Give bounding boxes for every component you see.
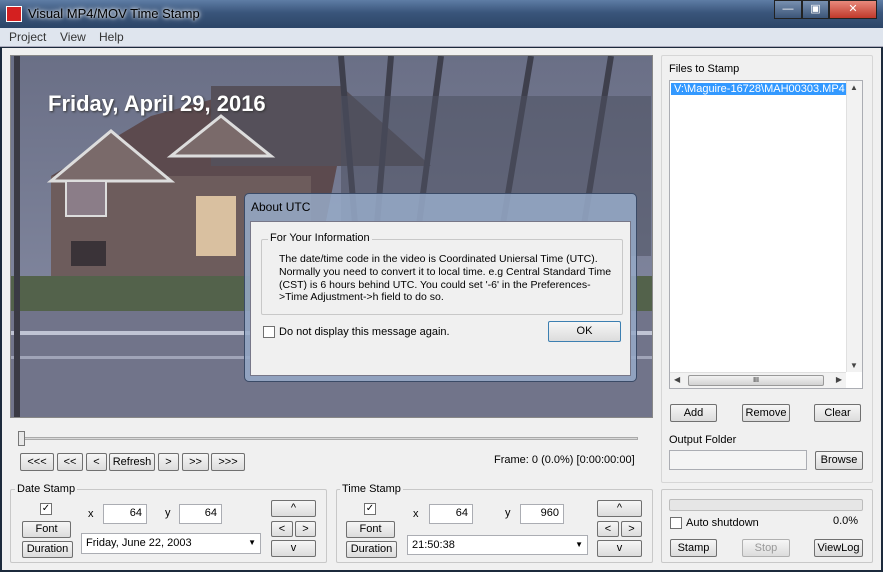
time-stamp-checkbox[interactable]: ✓ [364, 503, 376, 515]
frame-slider-thumb[interactable] [18, 431, 25, 446]
ok-button[interactable]: OK [548, 321, 621, 342]
stamp-button[interactable]: Stamp [670, 539, 717, 557]
date-y-label: y [165, 507, 171, 519]
close-button[interactable]: ✕ [829, 0, 877, 19]
date-duration-button[interactable]: Duration [22, 541, 73, 558]
scroll-up-icon[interactable]: ▲ [850, 83, 858, 92]
output-folder-field[interactable] [669, 450, 807, 470]
horizontal-scrollbar[interactable]: ◀ III ▶ [670, 372, 846, 388]
files-listbox[interactable]: V:\Maguire-16728\MAH00303.MP4 ▲ ▼ ◀ III … [669, 80, 863, 389]
date-move-right-button[interactable]: > [295, 521, 316, 537]
date-stamp-label: Date Stamp [15, 483, 78, 495]
frame-slider-track[interactable] [20, 437, 638, 440]
app-icon [6, 6, 22, 22]
time-x-label: x [413, 508, 419, 520]
menu-bar: Project View Help [0, 28, 883, 47]
scroll-down-icon[interactable]: ▼ [850, 361, 858, 370]
date-x-field[interactable]: 64 [103, 504, 147, 524]
time-y-label: y [505, 507, 511, 519]
time-move-left-button[interactable]: < [597, 521, 619, 537]
scroll-thumb[interactable]: III [688, 375, 824, 386]
auto-shutdown-checkbox[interactable] [670, 517, 682, 529]
clear-button[interactable]: Clear [814, 404, 861, 422]
info-group-label: For Your Information [268, 232, 372, 244]
time-move-up-button[interactable]: ^ [597, 500, 642, 517]
refresh-button[interactable]: Refresh [109, 453, 155, 471]
stop-button[interactable]: Stop [742, 539, 790, 557]
viewlog-button[interactable]: ViewLog [814, 539, 863, 557]
time-duration-button[interactable]: Duration [346, 541, 397, 558]
output-folder-label: Output Folder [669, 434, 737, 446]
file-item[interactable]: V:\Maguire-16728\MAH00303.MP4 [671, 83, 848, 95]
maximize-button[interactable]: ▣ [802, 0, 829, 19]
files-label: Files to Stamp [669, 63, 740, 75]
title-bar: Visual MP4/MOV Time Stamp — ▣ ✕ [0, 0, 883, 28]
window-title: Visual MP4/MOV Time Stamp [28, 6, 200, 21]
chevron-down-icon: ▼ [248, 538, 256, 547]
date-y-field[interactable]: 64 [179, 504, 222, 524]
time-font-button[interactable]: Font [346, 521, 395, 538]
stamp-overlay-text: Friday, April 29, 2016 [48, 91, 266, 116]
menu-view[interactable]: View [60, 30, 86, 44]
progress-percent: 0.0% [833, 515, 859, 527]
remove-button[interactable]: Remove [742, 404, 790, 422]
about-utc-dialog: About UTC For Your Information The date/… [244, 193, 637, 382]
auto-shutdown-label: Auto shutdown [686, 517, 759, 529]
dont-show-label: Do not display this message again. [279, 326, 450, 338]
step-forward-button[interactable]: > [158, 453, 179, 471]
chevron-down-icon: ▼ [575, 540, 583, 549]
menu-help[interactable]: Help [99, 30, 124, 44]
minimize-button[interactable]: — [774, 0, 802, 19]
date-font-button[interactable]: Font [22, 521, 71, 538]
time-move-right-button[interactable]: > [621, 521, 642, 537]
date-move-up-button[interactable]: ^ [271, 500, 316, 517]
time-move-down-button[interactable]: v [597, 540, 642, 557]
menu-project[interactable]: Project [9, 30, 46, 44]
date-stamp-checkbox[interactable]: ✓ [40, 503, 52, 515]
date-move-left-button[interactable]: < [271, 521, 293, 537]
vertical-scrollbar[interactable]: ▲ ▼ [846, 81, 862, 372]
forward-fast-button[interactable]: >>> [211, 453, 245, 471]
rewind-button[interactable]: << [57, 453, 83, 471]
dialog-message: The date/time code in the video is Coord… [279, 253, 612, 304]
scroll-left-icon[interactable]: ◀ [674, 375, 680, 384]
dont-show-checkbox[interactable] [263, 326, 275, 338]
date-format-value: Friday, June 22, 2003 [86, 537, 192, 549]
scroll-right-icon[interactable]: ▶ [836, 375, 842, 384]
date-x-label: x [88, 508, 94, 520]
time-stamp-label: Time Stamp [340, 483, 403, 495]
rewind-fast-button[interactable]: <<< [20, 453, 54, 471]
progress-bar [669, 499, 863, 511]
time-y-field[interactable]: 960 [520, 504, 564, 524]
browse-button[interactable]: Browse [815, 451, 863, 470]
date-format-select[interactable]: Friday, June 22, 2003 ▼ [81, 533, 261, 554]
frame-readout: Frame: 0 (0.0%) [0:00:00:00] [494, 454, 635, 466]
add-button[interactable]: Add [670, 404, 717, 422]
dialog-title: About UTC [251, 200, 311, 214]
forward-button[interactable]: >> [182, 453, 209, 471]
time-format-value: 21:50:38 [412, 539, 455, 551]
time-x-field[interactable]: 64 [429, 504, 473, 524]
date-move-down-button[interactable]: v [271, 540, 316, 557]
dialog-body: For Your Information The date/time code … [250, 221, 631, 376]
time-format-select[interactable]: 21:50:38 ▼ [407, 535, 588, 555]
step-back-button[interactable]: < [86, 453, 107, 471]
